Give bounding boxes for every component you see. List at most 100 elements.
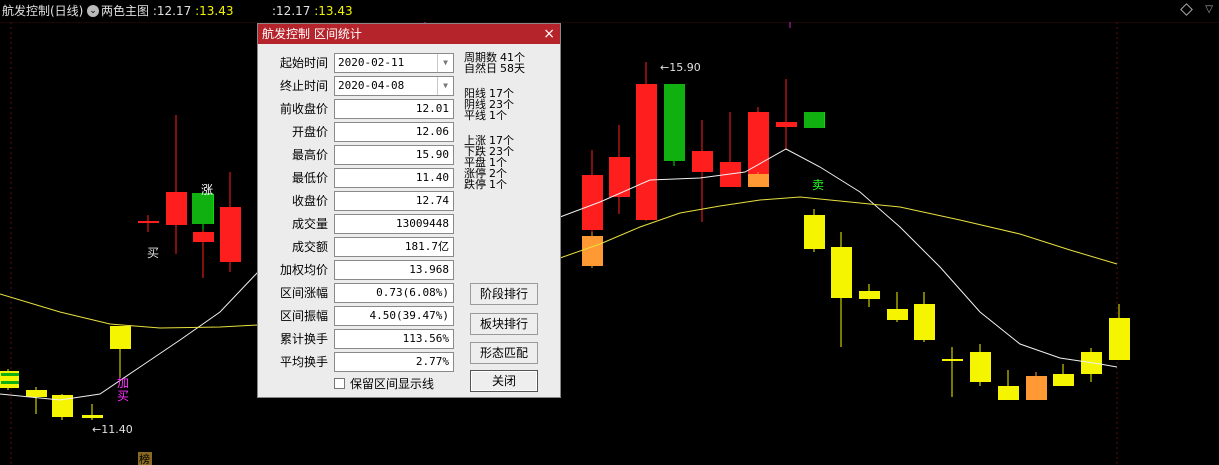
candle-body (887, 309, 908, 320)
field-label: 前收盘价 (279, 102, 328, 116)
signal-rise-1-label: 涨 (201, 182, 213, 197)
dropdown-arrow-icon[interactable]: ▼ (437, 77, 453, 95)
signal-buy-1-label: 买 (147, 246, 159, 260)
indicator-label[interactable]: 两色主图 (101, 4, 149, 18)
candle-body (82, 415, 103, 418)
end-date-picker[interactable]: 2020-04-08 ▼ (334, 76, 454, 96)
candle-body (1026, 376, 1047, 400)
stat-label: 自然日 (464, 62, 497, 75)
sector-rank-button[interactable]: 板块排行 (470, 313, 538, 335)
field-label: 累计换手 (279, 332, 328, 346)
candle-body (748, 174, 769, 187)
field-label: 收盘价 (291, 194, 328, 208)
field-interval-amplitude: 区间振幅 4.50(39.47%) (262, 306, 454, 326)
high-price-label: ←15.90 (660, 61, 701, 74)
stat-value: 58天 (500, 62, 525, 75)
candle-body (1, 373, 19, 376)
candle-body (192, 193, 213, 224)
interval-change-value: 0.73(6.08%) (334, 283, 454, 303)
candle-body (1053, 374, 1074, 386)
stat-value: 1个 (489, 178, 507, 191)
candle-body (914, 304, 935, 340)
field-close: 收盘价 12.74 (262, 191, 454, 211)
field-interval-change: 区间涨幅 0.73(6.08%) (262, 283, 454, 303)
volume-value: 13009448 (334, 214, 454, 234)
field-label: 区间涨幅 (279, 286, 328, 300)
open-value: 12.06 (334, 122, 454, 142)
candle-body (166, 192, 187, 225)
diamond-icon[interactable] (1180, 3, 1193, 16)
field-label: 区间振幅 (279, 309, 328, 323)
field-label: 最高价 (291, 148, 328, 162)
candle-body (804, 112, 824, 128)
candle-body (26, 390, 47, 397)
start-date-picker[interactable]: 2020-02-11 ▼ (334, 53, 454, 73)
indicator-value-3: :12.17 (272, 4, 311, 18)
field-high: 最高价 15.90 (262, 145, 454, 165)
candle-body (942, 359, 963, 361)
weighted-avg-value: 13.968 (334, 260, 454, 280)
interval-stats-dialog: 航发控制 区间统计 × 起始时间 2020-02-11 ▼ 终止时间 2020-0… (257, 23, 561, 398)
candle-body (220, 207, 241, 262)
field-label: 成交量 (291, 217, 328, 231)
stock-title: 航发控制(日线) (2, 4, 84, 18)
dropdown-arrow-icon[interactable]: ▼ (437, 54, 453, 72)
candle-body (664, 84, 685, 161)
pattern-match-button[interactable]: 形态匹配 (470, 342, 538, 364)
indicator-value-1: :12.17 (152, 4, 192, 18)
signal-buy-label: 买 (117, 389, 129, 403)
field-end-date: 终止时间 2020-04-08 ▼ (262, 76, 454, 96)
field-open: 开盘价 12.06 (262, 122, 454, 142)
indicator-value-4: :13.43 (314, 4, 353, 18)
field-volume: 成交量 13009448 (262, 214, 454, 234)
low-price-label: ←11.40 (92, 423, 133, 436)
stat-value: 1个 (489, 109, 507, 122)
stage-rank-button[interactable]: 阶段排行 (470, 283, 538, 305)
candle-body (138, 221, 159, 223)
candle-body (970, 352, 991, 382)
field-start-date: 起始时间 2020-02-11 ▼ (262, 53, 454, 73)
keep-interval-lines-checkbox[interactable]: 保留区间显示线 (334, 377, 434, 391)
checkbox-label: 保留区间显示线 (350, 377, 435, 391)
indicator-value-2: :13.43 (195, 4, 234, 18)
candle-body (831, 247, 852, 298)
candle-body (193, 232, 214, 242)
dialog-titlebar[interactable]: 航发控制 区间统计 × (258, 24, 560, 44)
interval-amplitude-value: 4.50(39.47%) (334, 306, 454, 326)
stat-label: 跌停 (464, 178, 486, 191)
field-weighted-avg: 加权均价 13.968 (262, 260, 454, 280)
avg-turnover-value: 2.77% (334, 352, 454, 372)
close-value: 12.74 (334, 191, 454, 211)
field-avg-turnover: 平均换手 2.77% (262, 352, 454, 372)
low-value: 11.40 (334, 168, 454, 188)
close-button[interactable]: 关闭 (470, 370, 538, 392)
field-turnover-amount: 成交额 181.7亿 (262, 237, 454, 257)
chevron-down-icon[interactable]: ⌄ (87, 5, 99, 17)
candle-body (804, 215, 825, 249)
indicator-group: 两色主图 :12.17 :13.43 (101, 0, 233, 22)
field-label: 终止时间 (279, 79, 328, 93)
signal-sell-1-label: 卖 (812, 178, 824, 192)
field-low: 最低价 11.40 (262, 168, 454, 188)
candle-body (998, 386, 1019, 400)
field-cum-turnover: 累计换手 113.56% (262, 329, 454, 349)
field-label: 成交额 (291, 240, 328, 254)
candle-body (636, 84, 657, 220)
prev-close-value: 12.01 (334, 99, 454, 119)
dialog-title: 航发控制 区间统计 (262, 27, 362, 41)
close-icon[interactable]: × (543, 24, 555, 44)
start-date-value: 2020-02-11 (338, 56, 405, 69)
stat-limit-down: 跌停 1个 (464, 179, 507, 190)
field-label: 开盘价 (291, 125, 328, 139)
stat-natural-days: 自然日 58天 (464, 63, 525, 74)
candle-body (609, 157, 630, 197)
kline-chart[interactable]: ←15.90 ←11.40 买加买涨卖榜 (0, 22, 1219, 465)
field-prev-close: 前收盘价 12.01 (262, 99, 454, 119)
candle-body (776, 122, 797, 127)
candle-body (692, 151, 713, 172)
candle-body (1109, 318, 1130, 360)
checkbox-box[interactable] (334, 378, 345, 389)
candle-body (110, 326, 131, 349)
chevron-down-icon[interactable]: ▽ (1205, 4, 1213, 16)
high-value: 15.90 (334, 145, 454, 165)
